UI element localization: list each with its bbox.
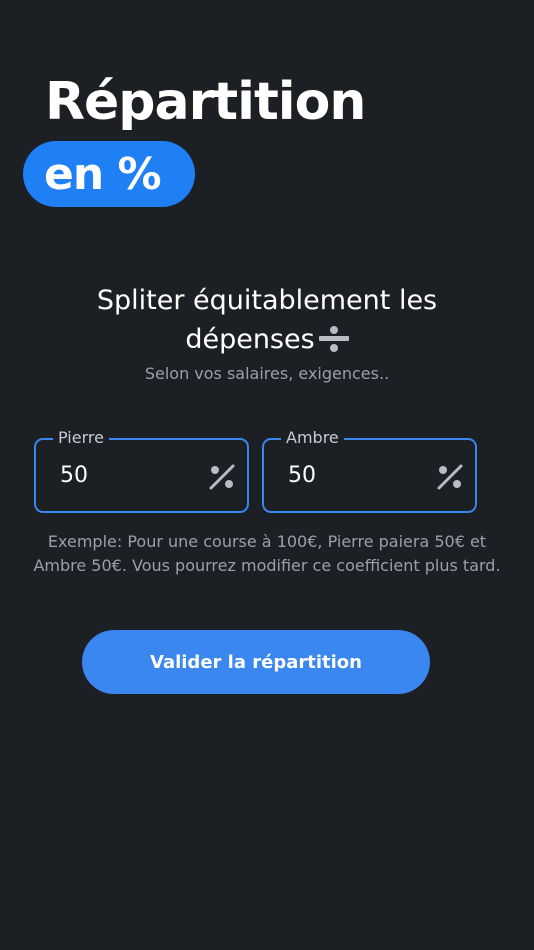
pierre-percent-field[interactable]: Pierre 50	[34, 429, 249, 513]
intro-heading-line1: Spliter équitablement les	[96, 285, 438, 316]
help-text: Exemple: Pour une course à 100€, Pierre …	[33, 532, 501, 575]
ambre-percent-field[interactable]: Ambre 50	[262, 429, 477, 513]
pierre-percent-input[interactable]: 50	[60, 440, 88, 510]
validate-split-button[interactable]: Valider la répartition	[82, 630, 430, 694]
intro-heading-line2: dépenses	[185, 324, 315, 355]
percent-icon	[209, 464, 235, 490]
intro-heading: Spliter équitablement les dépenses	[0, 281, 534, 359]
division-icon	[318, 326, 349, 352]
percent-badge: en %	[23, 141, 195, 207]
page-title: Répartition	[45, 72, 366, 132]
percent-icon	[437, 464, 463, 490]
percent-badge-label: en %	[44, 148, 162, 200]
intro-subtitle: Selon vos salaires, exigences..	[144, 364, 390, 383]
ambre-percent-input[interactable]: 50	[288, 440, 316, 510]
intro-heading-line2-wrap: dépenses	[0, 320, 534, 359]
